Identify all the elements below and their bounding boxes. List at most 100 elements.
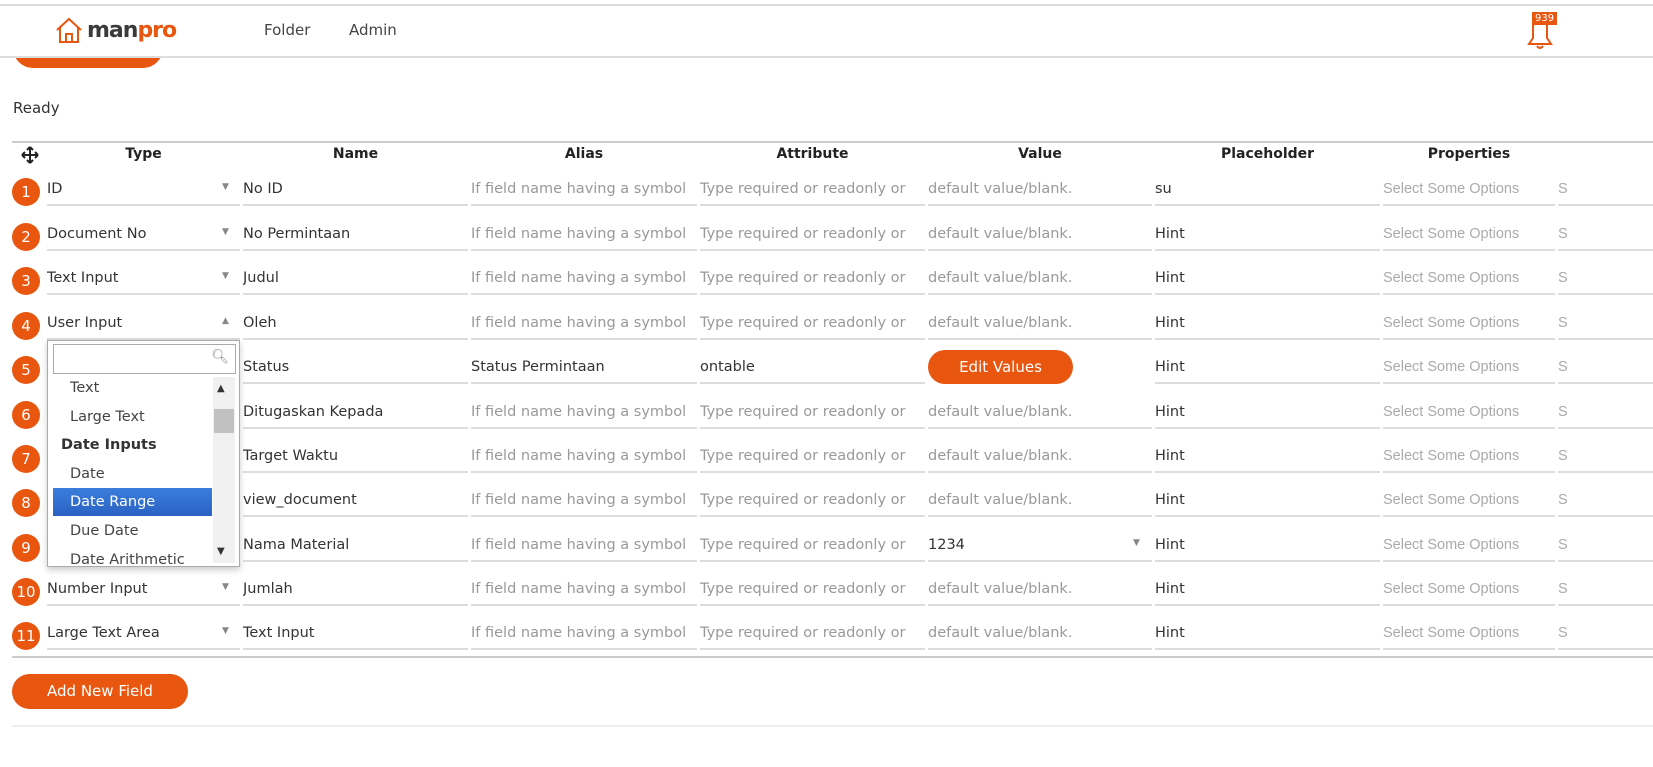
alias-field[interactable]: If field name having a symbol	[471, 443, 697, 473]
name-field[interactable]: Target Waktu	[243, 443, 468, 473]
edit-values-button[interactable]: Edit Values	[928, 350, 1073, 384]
alias-field[interactable]: If field name having a symbol	[471, 310, 697, 340]
properties-field[interactable]: Select Some Options	[1383, 620, 1555, 650]
row-number[interactable]: 1	[12, 178, 40, 206]
placeholder-field[interactable]: Hint	[1155, 310, 1380, 340]
attribute-field[interactable]: ontable	[700, 354, 925, 384]
value-field[interactable]: default value/blank.	[928, 221, 1152, 251]
row-number[interactable]: 6	[12, 401, 40, 429]
value-field[interactable]: 1234	[928, 532, 1152, 562]
properties-field[interactable]: Select Some Options	[1383, 310, 1555, 340]
alias-field[interactable]: If field name having a symbol	[471, 487, 697, 517]
name-field[interactable]: view_document	[243, 487, 468, 517]
row-number[interactable]: 11	[12, 622, 40, 650]
alias-field[interactable]: If field name having a symbol	[471, 399, 697, 429]
extra-field[interactable]: S	[1558, 620, 1653, 650]
attribute-field[interactable]: Type required or readonly or	[700, 443, 925, 473]
chevron-down-icon[interactable]: ▼	[222, 182, 229, 192]
row-number[interactable]: 5	[12, 356, 40, 384]
scroll-down-icon[interactable]: ▼	[217, 546, 225, 557]
dropdown-option[interactable]: Due Date	[53, 517, 212, 545]
attribute-field[interactable]: Type required or readonly or	[700, 176, 925, 206]
properties-field[interactable]: Select Some Options	[1383, 354, 1555, 384]
placeholder-field[interactable]: Hint	[1155, 221, 1380, 251]
extra-field[interactable]: S	[1558, 576, 1653, 606]
properties-field[interactable]: Select Some Options	[1383, 532, 1555, 562]
type-field[interactable]: ID	[47, 176, 240, 206]
value-field[interactable]: default value/blank.	[928, 576, 1152, 606]
name-field[interactable]: Nama Material	[243, 532, 468, 562]
placeholder-field[interactable]: Hint	[1155, 620, 1380, 650]
chevron-up-icon[interactable]: ▲	[222, 316, 229, 326]
alias-field[interactable]: If field name having a symbol	[471, 532, 697, 562]
type-field[interactable]: Text Input	[47, 265, 240, 295]
placeholder-field[interactable]: Hint	[1155, 354, 1380, 384]
extra-field[interactable]: S	[1558, 354, 1653, 384]
extra-field[interactable]: S	[1558, 265, 1653, 295]
alias-field[interactable]: If field name having a symbol	[471, 576, 697, 606]
chevron-down-icon[interactable]: ▼	[1133, 538, 1140, 548]
extra-field[interactable]: S	[1558, 487, 1653, 517]
type-field[interactable]: Document No	[47, 221, 240, 251]
dropdown-option[interactable]: Large Text	[53, 403, 212, 431]
dropdown-option[interactable]: Date Arithmetic	[53, 546, 212, 566]
logo[interactable]: manpro	[55, 16, 177, 44]
name-field[interactable]: No Permintaan	[243, 221, 468, 251]
row-number[interactable]: 2	[12, 223, 40, 251]
row-number[interactable]: 8	[12, 489, 40, 517]
attribute-field[interactable]: Type required or readonly or	[700, 265, 925, 295]
add-new-field-button[interactable]: Add New Field	[12, 674, 188, 709]
placeholder-field[interactable]: su	[1155, 176, 1380, 206]
row-number[interactable]: 4	[12, 312, 40, 340]
name-field[interactable]: Ditugaskan Kepada	[243, 399, 468, 429]
attribute-field[interactable]: Type required or readonly or	[700, 532, 925, 562]
value-field[interactable]: default value/blank.	[928, 487, 1152, 517]
name-field[interactable]: Oleh	[243, 310, 468, 340]
attribute-field[interactable]: Type required or readonly or	[700, 620, 925, 650]
value-field[interactable]: default value/blank.	[928, 443, 1152, 473]
type-field[interactable]: User Input	[47, 310, 240, 340]
value-field[interactable]: default value/blank.	[928, 310, 1152, 340]
alias-field[interactable]: Status Permintaan	[471, 354, 697, 384]
value-field[interactable]: default value/blank.	[928, 620, 1152, 650]
attribute-field[interactable]: Type required or readonly or	[700, 399, 925, 429]
properties-field[interactable]: Select Some Options	[1383, 265, 1555, 295]
placeholder-field[interactable]: Hint	[1155, 265, 1380, 295]
nav-admin[interactable]: Admin	[349, 21, 397, 39]
value-field[interactable]: default value/blank.	[928, 176, 1152, 206]
chevron-down-icon[interactable]: ▼	[222, 582, 229, 592]
row-number[interactable]: 7	[12, 445, 40, 473]
name-field[interactable]: No ID	[243, 176, 468, 206]
placeholder-field[interactable]: Hint	[1155, 532, 1380, 562]
value-field[interactable]: default value/blank.	[928, 399, 1152, 429]
dropdown-option[interactable]: Date Range	[53, 488, 212, 517]
properties-field[interactable]: Select Some Options	[1383, 221, 1555, 251]
name-field[interactable]: Jumlah	[243, 576, 468, 606]
alias-field[interactable]: If field name having a symbol	[471, 265, 697, 295]
properties-field[interactable]: Select Some Options	[1383, 399, 1555, 429]
type-field[interactable]: Large Text Area	[47, 620, 240, 650]
dropdown-scrollbar[interactable]: ▲ ▼	[213, 377, 235, 563]
nav-folder[interactable]: Folder	[264, 21, 310, 39]
properties-field[interactable]: Select Some Options	[1383, 576, 1555, 606]
properties-field[interactable]: Select Some Options	[1383, 487, 1555, 517]
properties-field[interactable]: Select Some Options	[1383, 443, 1555, 473]
name-field[interactable]: Text Input	[243, 620, 468, 650]
attribute-field[interactable]: Type required or readonly or	[700, 487, 925, 517]
alias-field[interactable]: If field name having a symbol	[471, 176, 697, 206]
attribute-field[interactable]: Type required or readonly or	[700, 310, 925, 340]
extra-field[interactable]: S	[1558, 532, 1653, 562]
scroll-up-icon[interactable]: ▲	[217, 383, 225, 394]
dropdown-search-input[interactable]: 🔍︎	[53, 344, 236, 374]
extra-field[interactable]: S	[1558, 443, 1653, 473]
dropdown-option[interactable]: Text	[53, 374, 212, 402]
placeholder-field[interactable]: Hint	[1155, 487, 1380, 517]
extra-field[interactable]: S	[1558, 399, 1653, 429]
dropdown-option[interactable]: Date	[53, 460, 212, 488]
row-number[interactable]: 3	[12, 267, 40, 295]
placeholder-field[interactable]: Hint	[1155, 576, 1380, 606]
placeholder-field[interactable]: Hint	[1155, 443, 1380, 473]
chevron-down-icon[interactable]: ▼	[222, 271, 229, 281]
type-field[interactable]: Number Input	[47, 576, 240, 606]
attribute-field[interactable]: Type required or readonly or	[700, 576, 925, 606]
